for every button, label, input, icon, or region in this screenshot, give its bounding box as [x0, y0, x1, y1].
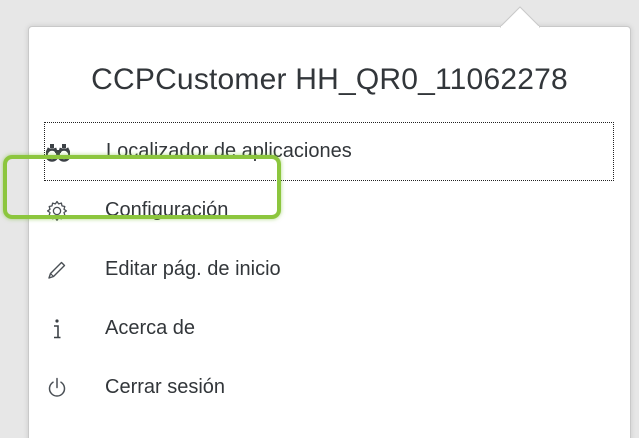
menu-item-edit-home[interactable]: Editar pág. de inicio — [44, 240, 614, 299]
menu-item-sign-out[interactable]: Cerrar sesión — [44, 358, 614, 417]
menu-item-label: Localizador de aplicaciones — [106, 140, 352, 162]
screen: CCPCustomer HH_QR0_11062278 Localizador … — [0, 0, 639, 438]
menu-item-app-finder[interactable]: Localizador de aplicaciones — [44, 122, 614, 181]
power-icon — [45, 376, 69, 400]
pencil-icon — [45, 258, 69, 282]
menu-item-label: Editar pág. de inicio — [105, 258, 281, 280]
user-name-title: CCPCustomer HH_QR0_11062278 — [91, 63, 568, 96]
menu-item-label: Configuración — [105, 199, 229, 221]
menu-item-settings[interactable]: Configuración — [44, 181, 614, 240]
menu-item-about[interactable]: Acerca de — [44, 299, 614, 358]
user-menu-list: Localizador de aplicaciones Configuració… — [44, 122, 614, 417]
binoculars-icon — [46, 140, 70, 164]
info-icon — [45, 317, 69, 341]
menu-item-label: Acerca de — [105, 317, 196, 339]
gear-icon — [45, 199, 69, 223]
user-menu-popover: CCPCustomer HH_QR0_11062278 Localizador … — [28, 6, 631, 438]
menu-item-label: Cerrar sesión — [105, 376, 226, 398]
